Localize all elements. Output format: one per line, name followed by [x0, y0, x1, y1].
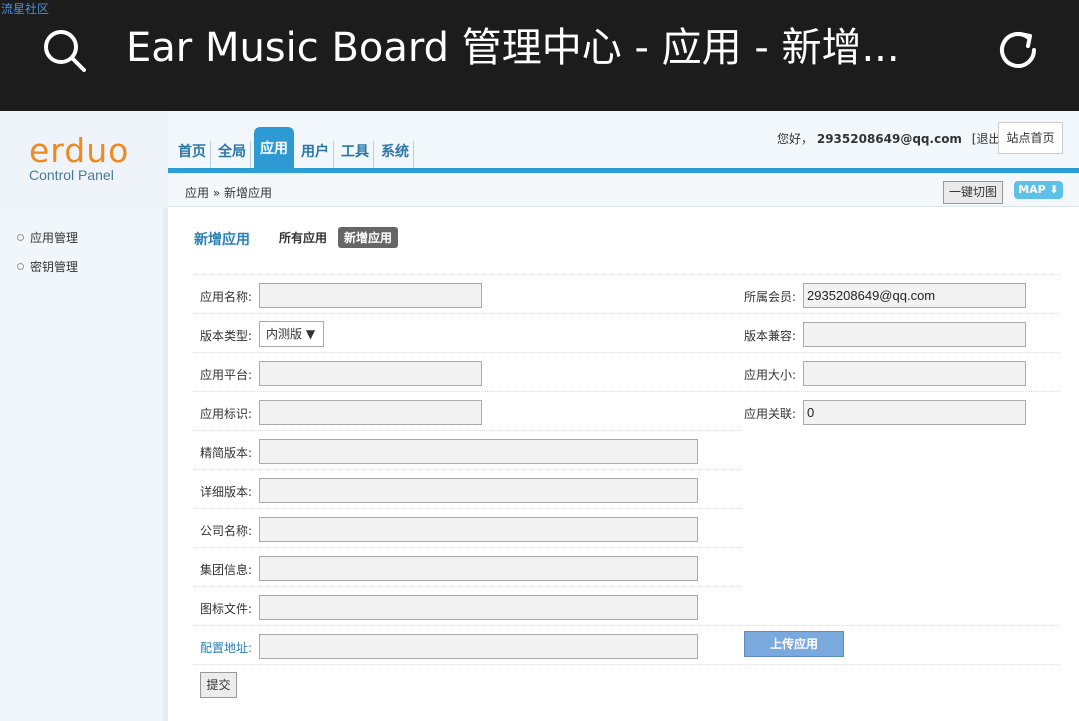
site-home-button[interactable]: 站点首页	[998, 122, 1063, 154]
browser-title: Ear Music Board 管理中心 - 应用 - 新增...	[126, 25, 900, 71]
user-greeting: 您好， 2935208649@qq.com [退出]	[777, 130, 1005, 147]
sidebar-item-label: 密钥管理	[30, 260, 79, 274]
form-row: 版本类型: 内测版 ▼ 版本兼容:	[193, 313, 1060, 352]
upload-app-button[interactable]: 上传应用	[744, 631, 844, 657]
config-url-input[interactable]	[259, 634, 698, 659]
size-label: 应用大小:	[744, 368, 797, 382]
user-email: 2935208649@qq.com	[816, 132, 962, 146]
icon-file-input[interactable]	[259, 595, 698, 620]
detail-version-input[interactable]	[259, 478, 698, 503]
sidebar-item-key-manage[interactable]: 密钥管理	[17, 258, 78, 275]
greeting-prefix: 您好，	[777, 132, 814, 146]
form-row: 详细版本:	[193, 469, 741, 508]
top-nav: 首页 全局 应用 用户 工具 系统	[174, 127, 417, 171]
form-row: 应用平台: 应用大小:	[193, 352, 1060, 391]
page-title: 新增应用	[194, 232, 250, 248]
browser-bar: 流星社区 Ear Music Board 管理中心 - 应用 - 新增...	[0, 0, 1079, 111]
member-label: 所属会员:	[744, 290, 797, 304]
circle-icon	[17, 263, 24, 270]
version-type-select[interactable]: 内测版 ▼	[259, 321, 324, 347]
form-row: 精简版本:	[193, 430, 741, 469]
form-row: 集团信息:	[193, 547, 741, 586]
nav-item-global[interactable]: 全局	[214, 141, 251, 171]
form-row: 应用名称: 所属会员: 2935208649@qq.com	[193, 274, 1060, 313]
app-name-label: 应用名称:	[200, 290, 253, 304]
form-divider	[193, 664, 1060, 665]
form-row: 公司名称:	[193, 508, 741, 547]
size-input[interactable]	[803, 361, 1026, 386]
sidebar: 应用管理 密钥管理	[0, 207, 168, 721]
config-url-label[interactable]: 配置地址:	[200, 639, 252, 656]
search-icon[interactable]	[40, 26, 88, 74]
form-row: 应用标识: 应用关联: 0	[193, 391, 1060, 430]
cut-image-button[interactable]: 一键切图	[943, 181, 1003, 204]
platform-input[interactable]	[259, 361, 482, 386]
tab-all-apps[interactable]: 所有应用	[279, 229, 327, 246]
sidebar-item-label: 应用管理	[30, 231, 79, 245]
logo-sub: Control Panel	[29, 167, 114, 183]
logo: erduo Control Panel	[0, 111, 168, 207]
watermark: 流星社区	[1, 2, 50, 16]
short-version-input[interactable]	[259, 439, 698, 464]
member-input[interactable]: 2935208649@qq.com	[803, 283, 1026, 308]
relation-label: 应用关联:	[744, 407, 797, 421]
nav-item-tools[interactable]: 工具	[337, 141, 374, 171]
reload-icon[interactable]	[994, 26, 1042, 74]
circle-icon	[17, 234, 24, 241]
form-row: 配置地址:	[193, 625, 1060, 664]
nav-item-home[interactable]: 首页	[174, 141, 211, 171]
company-label: 公司名称:	[200, 524, 253, 538]
detail-version-label: 详细版本:	[200, 485, 253, 499]
breadcrumb-bar: 应用 » 新增应用 一键切图 MAP ⬇	[168, 173, 1079, 207]
breadcrumb: 应用 » 新增应用	[185, 186, 272, 200]
sidebar-item-app-manage[interactable]: 应用管理	[17, 229, 78, 246]
platform-label: 应用平台:	[200, 368, 253, 382]
submit-button[interactable]: 提交	[200, 672, 237, 698]
short-version-label: 精简版本:	[200, 446, 253, 460]
app-name-input[interactable]	[259, 283, 482, 308]
logo-main: erduo	[29, 131, 130, 170]
compat-label: 版本兼容:	[744, 329, 797, 343]
tab-new-app[interactable]: 新增应用	[338, 227, 399, 248]
company-input[interactable]	[259, 517, 698, 542]
nav-item-system[interactable]: 系统	[377, 141, 414, 171]
map-button[interactable]: MAP ⬇	[1014, 181, 1063, 199]
identifier-input[interactable]	[259, 400, 482, 425]
group-label: 集团信息:	[200, 563, 253, 577]
nav-item-apps[interactable]: 应用	[254, 127, 294, 171]
identifier-label: 应用标识:	[200, 407, 253, 421]
icon-file-label: 图标文件:	[200, 602, 253, 616]
form-row: 图标文件:	[193, 586, 741, 625]
compat-input[interactable]	[803, 322, 1026, 347]
relation-input[interactable]: 0	[803, 400, 1026, 425]
version-type-label: 版本类型:	[200, 329, 253, 343]
group-input[interactable]	[259, 556, 698, 581]
nav-item-users[interactable]: 用户	[297, 141, 334, 171]
